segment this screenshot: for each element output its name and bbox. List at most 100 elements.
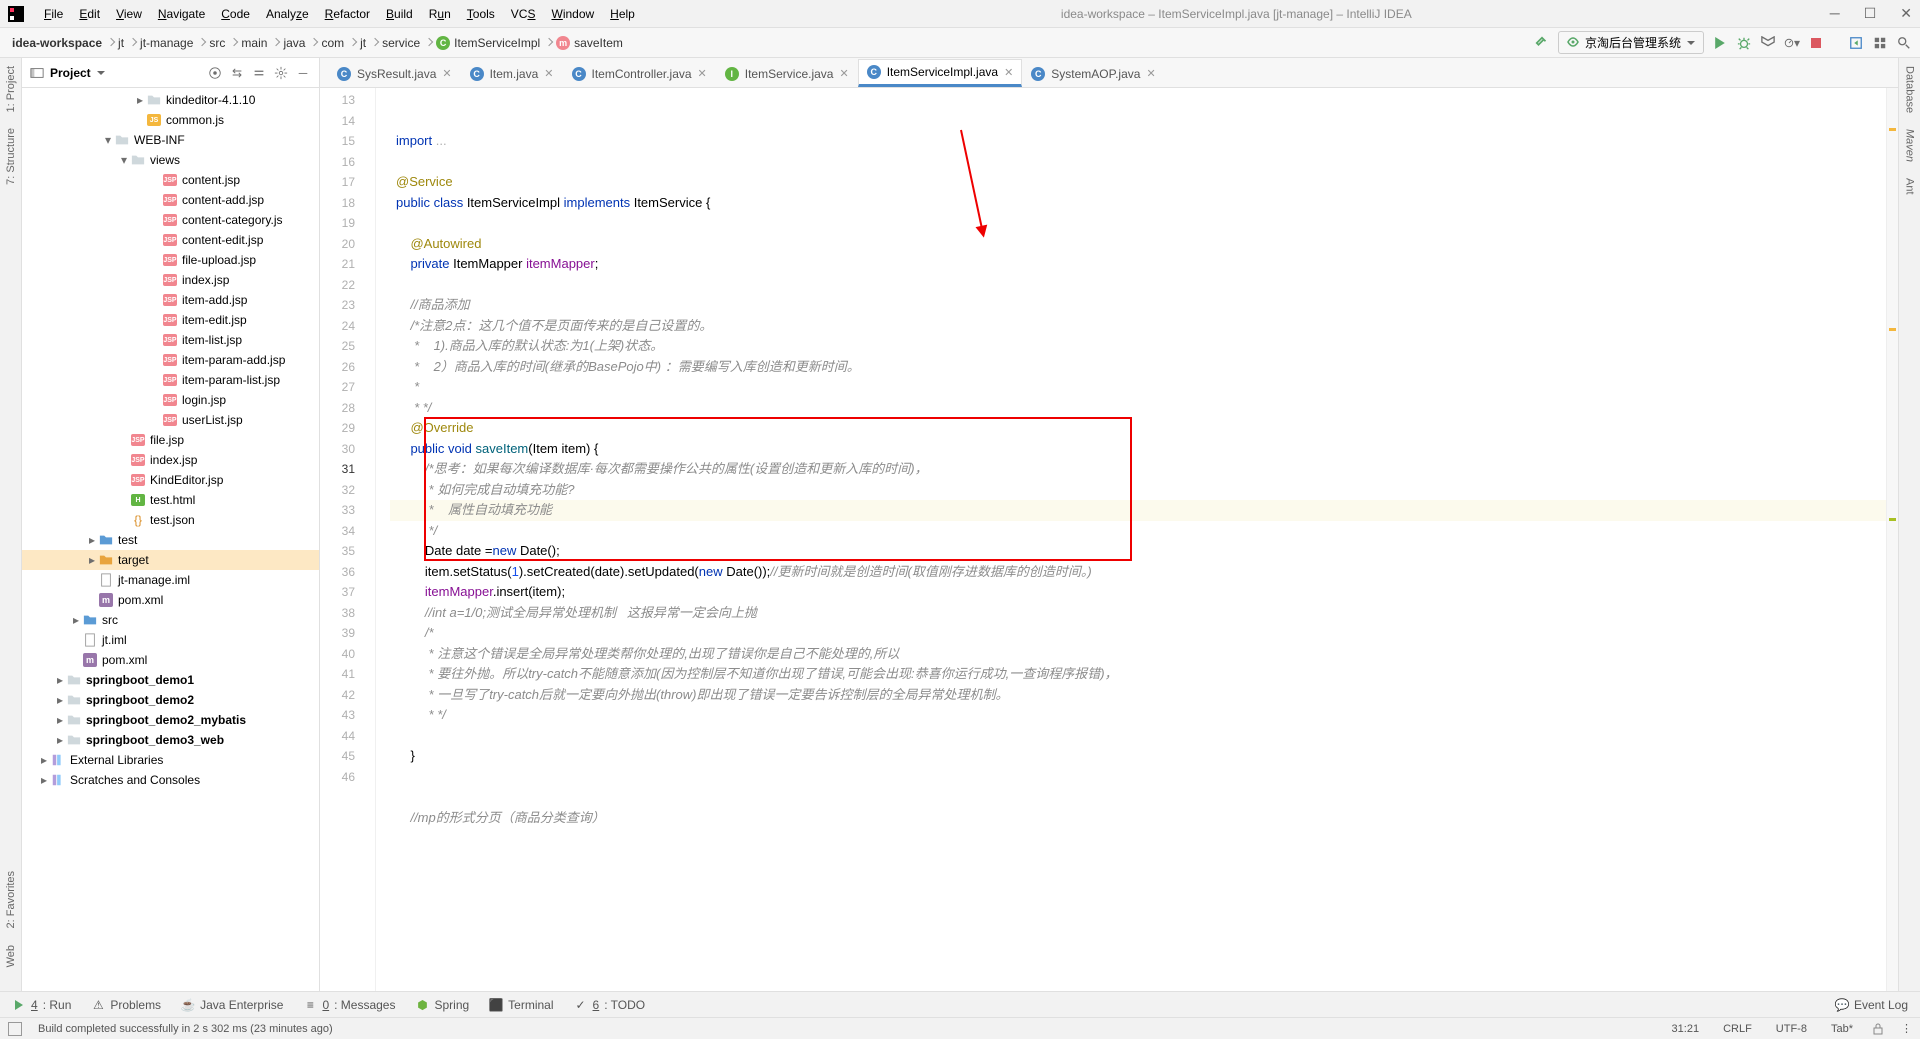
menu-help[interactable]: Help [602, 3, 643, 25]
tree-item[interactable]: JSPcontent-category.js [22, 210, 319, 230]
tree-item[interactable]: JSPKindEditor.jsp [22, 470, 319, 490]
tree-item[interactable]: ▸springboot_demo3_web [22, 730, 319, 750]
menu-analyze[interactable]: Analyze [258, 3, 317, 25]
breadcrumb-item[interactable]: com [317, 36, 348, 50]
tree-item[interactable]: ▸src [22, 610, 319, 630]
editor-tab[interactable]: CItem.java✕ [461, 59, 563, 87]
breadcrumb-item[interactable]: msaveItem [552, 36, 627, 50]
editor-tab[interactable]: IItemService.java✕ [716, 59, 858, 87]
editor-tab[interactable]: CSystemAOP.java✕ [1022, 59, 1164, 87]
expand-all-icon[interactable]: ⇆ [229, 65, 245, 81]
tree-item[interactable]: JSPindex.jsp [22, 270, 319, 290]
tree-item[interactable]: JSPindex.jsp [22, 450, 319, 470]
tree-item[interactable]: JSPitem-param-list.jsp [22, 370, 319, 390]
tree-item[interactable]: ▾views [22, 150, 319, 170]
tab-close-icon[interactable]: ✕ [442, 67, 451, 80]
readonly-lock-icon[interactable] [1873, 1023, 1885, 1035]
tree-item[interactable]: ▸springboot_demo2_mybatis [22, 710, 319, 730]
collapse-all-icon[interactable] [251, 65, 267, 81]
breadcrumb-item[interactable]: CItemServiceImpl [432, 36, 544, 50]
tool-web[interactable]: Web [5, 945, 17, 967]
minimize-button[interactable]: ─ [1830, 5, 1840, 22]
caret-position[interactable]: 31:21 [1668, 1023, 1704, 1035]
breadcrumb-item[interactable]: jt [356, 36, 370, 50]
tree-item[interactable]: ▸kindeditor-4.1.10 [22, 90, 319, 110]
file-encoding[interactable]: UTF-8 [1772, 1023, 1811, 1035]
tree-item[interactable]: ▸target [22, 550, 319, 570]
tree-item[interactable]: JSPitem-add.jsp [22, 290, 319, 310]
tool-ant[interactable]: Ant [1904, 178, 1916, 195]
coverage-button-icon[interactable] [1760, 35, 1776, 51]
tool-structure[interactable]: 7: Structure [5, 128, 17, 185]
tree-item[interactable]: JSPitem-edit.jsp [22, 310, 319, 330]
tool-event-log[interactable]: 💬Event Log [1835, 998, 1908, 1012]
error-stripe[interactable] [1886, 88, 1898, 991]
update-app-icon[interactable] [1848, 35, 1864, 51]
breadcrumb-item[interactable]: main [237, 36, 271, 50]
project-title[interactable]: Project [50, 66, 201, 80]
tab-close-icon[interactable]: ✕ [544, 67, 553, 80]
tab-close-icon[interactable]: ✕ [1146, 67, 1155, 80]
tree-item[interactable]: ▾WEB-INF [22, 130, 319, 150]
project-tree[interactable]: ▸kindeditor-4.1.10JScommon.js▾WEB-INF▾vi… [22, 88, 319, 991]
run-configuration-selector[interactable]: 京淘后台管理系统 [1558, 31, 1704, 54]
fold-gutter[interactable] [376, 88, 390, 991]
tool-run[interactable]: 4: Run [12, 998, 71, 1012]
tree-item[interactable]: JSPuserList.jsp [22, 410, 319, 430]
notifications-icon[interactable]: ⋮ [1901, 1022, 1912, 1035]
editor-tab[interactable]: CItemServiceImpl.java✕ [858, 59, 1023, 87]
line-number-gutter[interactable]: 1314151617181920212223242526272829303132… [320, 88, 376, 991]
breadcrumb-item[interactable]: java [279, 36, 309, 50]
tool-database[interactable]: Database [1904, 66, 1916, 113]
tab-close-icon[interactable]: ✕ [1004, 66, 1013, 79]
tree-item[interactable]: JSPcontent.jsp [22, 170, 319, 190]
tool-spring[interactable]: ⬢Spring [415, 998, 469, 1012]
tree-item[interactable]: ▸springboot_demo1 [22, 670, 319, 690]
editor-tab[interactable]: CItemController.java✕ [563, 59, 716, 87]
settings-icon[interactable] [273, 65, 289, 81]
tree-item[interactable]: ▸Scratches and Consoles [22, 770, 319, 790]
menu-refactor[interactable]: Refactor [317, 3, 378, 25]
menu-vcs[interactable]: VCS [503, 3, 544, 25]
tree-item[interactable]: Htest.html [22, 490, 319, 510]
tree-item[interactable]: mpom.xml [22, 590, 319, 610]
tab-close-icon[interactable]: ✕ [839, 67, 848, 80]
tool-todo[interactable]: ✓6: TODO [574, 998, 646, 1012]
menu-tools[interactable]: Tools [459, 3, 503, 25]
status-icon[interactable] [8, 1022, 22, 1036]
profile-button-icon[interactable]: ▾ [1784, 35, 1800, 51]
tab-close-icon[interactable]: ✕ [698, 67, 707, 80]
tree-item[interactable]: JSPcontent-edit.jsp [22, 230, 319, 250]
tool-maven[interactable]: Maven [1904, 129, 1916, 162]
menu-code[interactable]: Code [213, 3, 258, 25]
code-editor[interactable]: import ...@Servicepublic class ItemServi… [390, 88, 1886, 991]
tool-java-ee[interactable]: ☕Java Enterprise [181, 998, 283, 1012]
tool-project[interactable]: 1: Project [5, 66, 17, 112]
menu-navigate[interactable]: Navigate [150, 3, 213, 25]
menu-edit[interactable]: Edit [71, 3, 108, 25]
tool-messages[interactable]: ≡0: Messages [303, 998, 395, 1012]
menu-file[interactable]: File [36, 3, 71, 25]
tool-favorites[interactable]: 2: Favorites [5, 871, 17, 928]
search-everywhere-icon[interactable] [1896, 35, 1912, 51]
line-separator[interactable]: CRLF [1719, 1023, 1756, 1035]
ide-settings-icon[interactable] [1872, 35, 1888, 51]
run-button-icon[interactable] [1712, 35, 1728, 51]
build-hammer-icon[interactable] [1534, 35, 1550, 51]
debug-button-icon[interactable] [1736, 35, 1752, 51]
tree-item[interactable]: jt.iml [22, 630, 319, 650]
tree-item[interactable]: ▸springboot_demo2 [22, 690, 319, 710]
tree-item[interactable]: JSPfile-upload.jsp [22, 250, 319, 270]
breadcrumb-item[interactable]: idea-workspace [8, 36, 106, 50]
menu-window[interactable]: Window [543, 3, 602, 25]
tree-item[interactable]: JSPcontent-add.jsp [22, 190, 319, 210]
menu-view[interactable]: View [108, 3, 150, 25]
tool-problems[interactable]: ⚠Problems [91, 998, 161, 1012]
breadcrumb-item[interactable]: jt-manage [136, 36, 197, 50]
tool-terminal[interactable]: ⬛Terminal [489, 998, 553, 1012]
breadcrumb-item[interactable]: service [378, 36, 424, 50]
tree-item[interactable]: JSPlogin.jsp [22, 390, 319, 410]
editor-tab[interactable]: CSysResult.java✕ [328, 59, 461, 87]
tree-item[interactable]: ▸test [22, 530, 319, 550]
tree-item[interactable]: ▸External Libraries [22, 750, 319, 770]
